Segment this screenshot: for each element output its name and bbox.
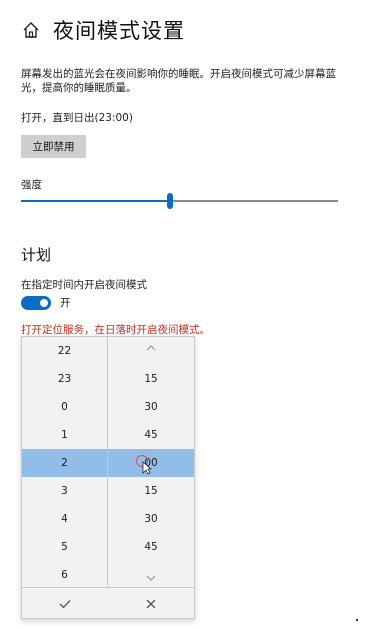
hour-option[interactable]: 0 bbox=[22, 393, 107, 421]
minute-option[interactable]: 30 bbox=[108, 393, 194, 421]
hour-option[interactable]: 6 bbox=[22, 561, 107, 589]
minute-option[interactable]: 45 bbox=[108, 421, 194, 449]
toggle-state-label: 开 bbox=[60, 297, 71, 309]
location-warning-link[interactable]: 打开定位服务，在日落时开启夜间模式。 bbox=[21, 323, 210, 337]
schedule-section-title: 计划 bbox=[21, 246, 52, 264]
schedule-toggle[interactable] bbox=[21, 296, 51, 310]
hour-option[interactable]: 4 bbox=[22, 505, 107, 533]
hour-option[interactable]: 22 bbox=[22, 337, 107, 365]
cancel-button[interactable] bbox=[108, 588, 193, 619]
schedule-label: 在指定时间内开启夜间模式 bbox=[21, 279, 147, 291]
hour-option-selected[interactable]: 2 bbox=[22, 449, 107, 477]
chevron-up-icon[interactable] bbox=[144, 343, 158, 353]
hour-option[interactable]: 3 bbox=[22, 477, 107, 505]
minute-option[interactable]: 15 bbox=[108, 477, 194, 505]
hour-option[interactable]: 23 bbox=[22, 365, 107, 393]
mouse-pointer-icon bbox=[142, 461, 152, 475]
close-icon bbox=[146, 599, 155, 608]
check-icon bbox=[59, 599, 70, 608]
minute-option[interactable]: 15 bbox=[108, 365, 194, 393]
time-picker-flyout[interactable]: 22 23 0 1 2 3 4 5 6 15 30 45 00 15 30 45 bbox=[21, 336, 195, 619]
minute-option[interactable]: 45 bbox=[108, 533, 194, 561]
minute-option[interactable]: 30 bbox=[108, 505, 194, 533]
chevron-down-icon[interactable] bbox=[144, 573, 158, 583]
night-light-description: 屏幕发出的蓝光会在夜间影响你的睡眠。开启夜间模式可减少屏幕蓝光，提高你的睡眠质量… bbox=[21, 68, 336, 94]
accept-button[interactable] bbox=[22, 588, 107, 619]
strength-slider-thumb[interactable] bbox=[166, 193, 173, 209]
toggle-knob bbox=[40, 299, 48, 307]
hour-option[interactable]: 1 bbox=[22, 421, 107, 449]
picker-footer bbox=[22, 587, 194, 619]
scroll-indicator bbox=[356, 619, 358, 621]
strength-label: 强度 bbox=[21, 179, 42, 191]
night-light-status: 打开，直到日出(23:00) bbox=[21, 112, 133, 124]
hour-option[interactable]: 5 bbox=[22, 533, 107, 561]
disable-now-button[interactable]: 立即禁用 bbox=[21, 135, 86, 158]
strength-slider-fill bbox=[21, 200, 170, 202]
page-title: 夜间模式设置 bbox=[53, 19, 185, 43]
home-icon[interactable] bbox=[21, 20, 41, 40]
